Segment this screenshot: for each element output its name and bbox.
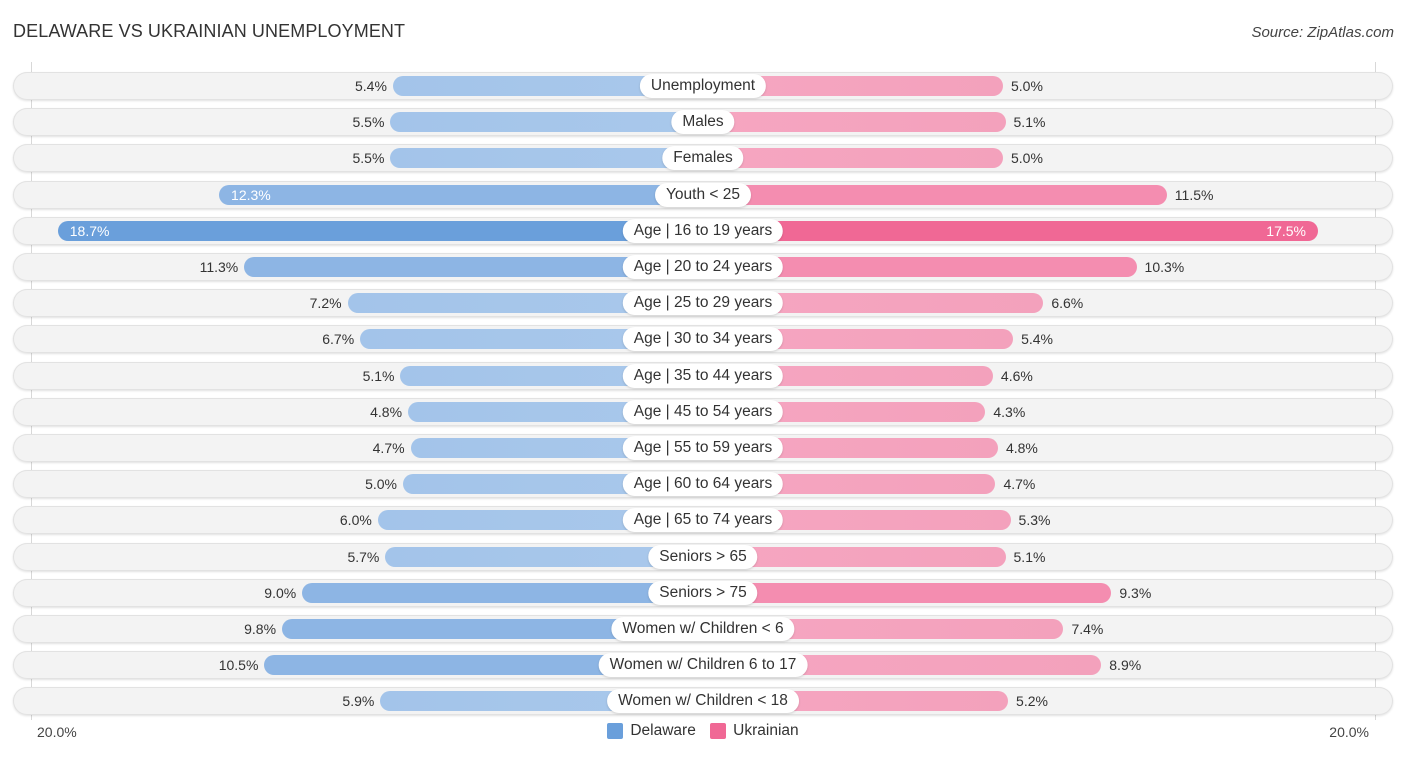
value-label-ukrainian: 8.9% (1109, 657, 1142, 674)
value-label-delaware: 5.5% (352, 150, 385, 167)
category-label: Age | 25 to 29 years (622, 291, 784, 316)
value-label-delaware: 4.7% (372, 440, 405, 456)
value-label-ukrainian: 5.2% (1016, 693, 1048, 710)
value-label-ukrainian: 7.4% (1071, 621, 1104, 637)
value-label-ukrainian: 17.5% (1266, 222, 1306, 239)
category-label: Age | 65 to 74 years (622, 508, 784, 533)
value-label-ukrainian: 10.3% (1144, 259, 1185, 275)
category-label: Age | 16 to 19 years (622, 218, 784, 243)
category-label: Youth < 25 (655, 182, 751, 207)
category-label: Seniors > 65 (648, 544, 758, 569)
value-label-ukrainian: 5.1% (1013, 548, 1046, 565)
category-label: Age | 20 to 24 years (622, 255, 784, 279)
source-credit: Source: ZipAtlas.com (1251, 24, 1394, 41)
value-label-delaware: 5.7% (347, 548, 380, 565)
value-label-ukrainian: 5.0% (1011, 150, 1043, 167)
value-label-delaware: 6.7% (322, 331, 355, 348)
category-label: Women w/ Children < 6 (611, 617, 795, 641)
bar-ukrainian[interactable] (703, 582, 1112, 603)
value-label-delaware: 7.2% (309, 295, 342, 312)
value-label-delaware: 12.3% (231, 186, 271, 203)
legend-label-delaware: Delaware (630, 722, 696, 739)
value-label-delaware: 5.5% (352, 114, 385, 131)
value-label-delaware: 5.0% (365, 476, 397, 493)
bar-ukrainian[interactable] (703, 220, 1318, 241)
category-label: Age | 45 to 54 years (622, 399, 784, 424)
bar-delaware[interactable] (390, 148, 703, 169)
value-label-ukrainian: 9.3% (1119, 584, 1152, 601)
category-label: Males (671, 110, 735, 135)
value-label-delaware: 5.1% (362, 367, 395, 384)
value-label-delaware: 11.3% (199, 259, 239, 275)
legend: Delaware Ukrainian (0, 722, 1406, 744)
value-label-ukrainian: 4.6% (1000, 367, 1033, 384)
bar-delaware[interactable] (390, 112, 703, 133)
value-label-ukrainian: 4.8% (1005, 440, 1038, 456)
bar-delaware[interactable] (219, 184, 703, 205)
legend-item-ukrainian[interactable]: Ukrainian (710, 722, 799, 740)
value-label-delaware: 18.7% (69, 222, 110, 239)
value-label-ukrainian: 5.1% (1013, 114, 1046, 131)
category-label: Women w/ Children 6 to 17 (598, 653, 808, 678)
value-label-delaware: 5.4% (355, 78, 387, 94)
category-label: Age | 35 to 44 years (622, 363, 784, 388)
value-label-delaware: 6.0% (339, 512, 372, 529)
category-label: Unemployment (639, 74, 767, 98)
category-label: Age | 55 to 59 years (622, 436, 784, 460)
value-label-ukrainian: 5.3% (1018, 512, 1051, 529)
legend-label-ukrainian: Ukrainian (733, 722, 799, 739)
value-label-ukrainian: 5.4% (1021, 331, 1053, 348)
legend-item-delaware[interactable]: Delaware (607, 722, 696, 740)
bar-delaware[interactable] (57, 220, 703, 241)
value-label-ukrainian: 4.3% (993, 403, 1026, 420)
value-label-ukrainian: 5.0% (1011, 78, 1043, 94)
category-label: Women w/ Children < 18 (607, 689, 799, 714)
value-label-delaware: 9.0% (264, 584, 297, 601)
value-label-ukrainian: 6.6% (1051, 295, 1084, 312)
bar-ukrainian[interactable] (703, 184, 1167, 205)
legend-swatch-delaware (607, 723, 624, 739)
chart-title: DELAWARE VS UKRAINIAN UNEMPLOYMENT (13, 21, 406, 41)
value-label-delaware: 5.9% (342, 693, 375, 710)
value-label-ukrainian: 4.7% (1003, 476, 1036, 493)
category-label: Age | 30 to 34 years (622, 327, 784, 352)
value-label-delaware: 9.8% (244, 621, 277, 637)
category-label: Females (662, 146, 744, 171)
bar-ukrainian[interactable] (703, 112, 1006, 133)
bar-ukrainian[interactable] (703, 148, 1003, 169)
value-label-delaware: 4.8% (370, 403, 403, 420)
value-label-delaware: 10.5% (218, 657, 259, 674)
legend-swatch-ukrainian (710, 723, 727, 739)
bar-delaware[interactable] (302, 582, 703, 603)
value-label-ukrainian: 11.5% (1174, 186, 1214, 203)
category-label: Age | 60 to 64 years (622, 472, 784, 497)
category-label: Seniors > 75 (648, 580, 758, 605)
